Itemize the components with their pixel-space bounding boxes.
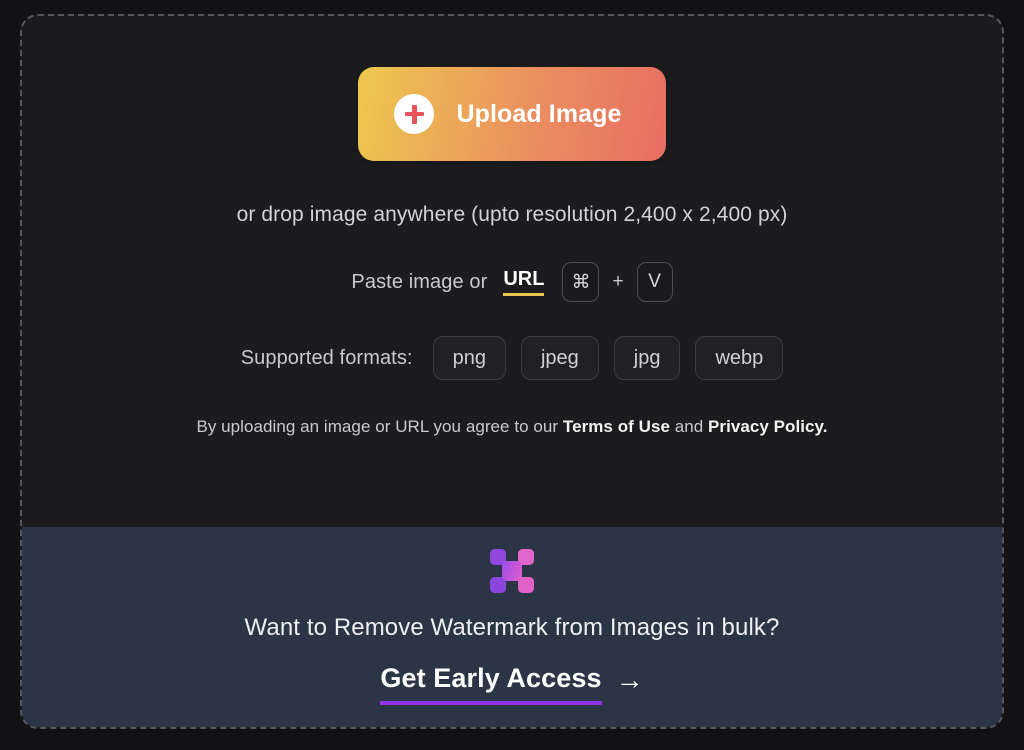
banner-title: Want to Remove Watermark from Images in … xyxy=(244,614,780,641)
paste-url-link[interactable]: URL xyxy=(503,268,545,296)
legal-prefix-text: By uploading an image or URL you agree t… xyxy=(196,417,559,436)
arrow-right-icon: → xyxy=(615,664,644,695)
kbd-v-key[interactable]: V xyxy=(636,262,673,302)
plus-icon xyxy=(394,94,435,134)
format-chip-webp[interactable]: webp xyxy=(695,336,784,380)
image-dropzone[interactable]: Upload Image or drop image anywhere (upt… xyxy=(20,14,1004,729)
page-root: Upload Image or drop image anywhere (upt… xyxy=(0,0,1024,750)
upload-image-button-label: Upload Image xyxy=(456,99,622,128)
kbd-command-key[interactable]: ⌘ xyxy=(562,262,600,302)
format-chip-jpg[interactable]: jpg xyxy=(613,336,681,380)
kbd-plus-separator: + xyxy=(612,271,624,292)
drop-hint-text: or drop image anywhere (upto resolution … xyxy=(236,203,788,226)
supported-formats-label: Supported formats: xyxy=(240,346,413,369)
legal-conjunction-text: and xyxy=(674,417,704,436)
paste-prefix-label: Paste image or xyxy=(351,270,488,293)
format-chip-jpeg[interactable]: jpeg xyxy=(520,336,599,380)
bulk-promo-banner: Want to Remove Watermark from Images in … xyxy=(22,527,1002,727)
dropzone-content: Upload Image or drop image anywhere (upt… xyxy=(22,16,1002,527)
terms-of-use-link[interactable]: Terms of Use xyxy=(563,417,670,436)
logo-center-shape xyxy=(502,561,522,581)
upload-image-button[interactable]: Upload Image xyxy=(358,67,666,161)
get-early-access-button[interactable]: Get Early Access → xyxy=(380,663,644,705)
get-early-access-label: Get Early Access xyxy=(380,663,602,705)
privacy-policy-link[interactable]: Privacy Policy. xyxy=(708,417,828,436)
legal-notice: By uploading an image or URL you agree t… xyxy=(196,417,827,437)
app-logo-icon xyxy=(490,549,534,593)
format-chip-png[interactable]: png xyxy=(432,336,506,380)
paste-row: Paste image or URL ⌘ + V xyxy=(351,262,673,302)
supported-formats-row: Supported formats: png jpeg jpg webp xyxy=(241,336,784,380)
